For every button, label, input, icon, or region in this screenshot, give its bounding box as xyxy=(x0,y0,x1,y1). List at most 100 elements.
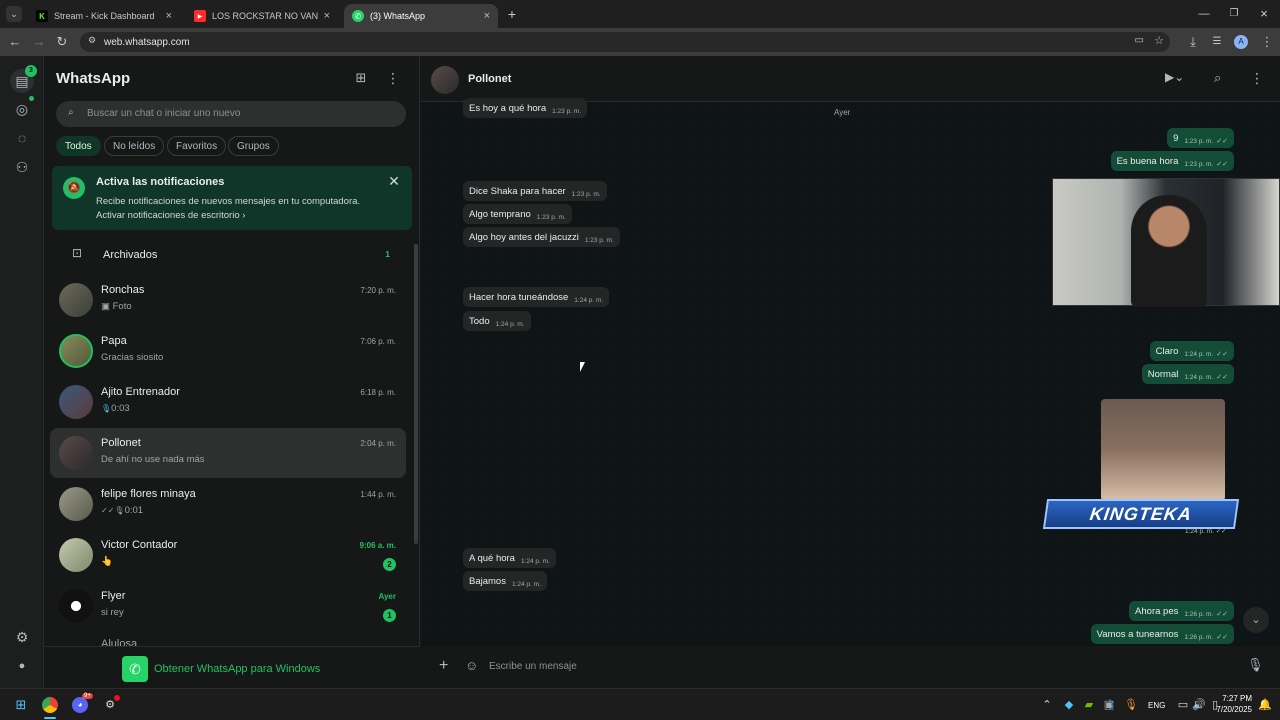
chat-item-papa[interactable]: Papa Gracias siosito 7:06 p. m. xyxy=(50,326,406,376)
message-out[interactable]: 9 1:23 p. m. ✓✓ xyxy=(1167,128,1234,148)
message-in[interactable]: Todo 1:24 p. m. xyxy=(463,311,531,331)
filter-todos[interactable]: Todos xyxy=(56,136,101,156)
new-chat-icon[interactable]: ⊞ xyxy=(352,69,370,87)
site-info-icon[interactable]: ⚙ xyxy=(88,35,96,46)
get-app-footer[interactable]: ✆ Obtener WhatsApp para Windows xyxy=(44,646,420,688)
url-field[interactable]: ⚙ web.whatsapp.com ▭ ☆ xyxy=(80,32,1170,52)
chat-preview: De ahí no use nada más xyxy=(101,454,205,465)
reading-list-icon[interactable]: ☰ xyxy=(1208,33,1226,51)
reload-icon[interactable]: ↻ xyxy=(53,33,71,51)
microphone-icon[interactable]: 🎙 xyxy=(1247,657,1264,673)
message-out[interactable]: Claro 1:24 p. m. ✓✓ xyxy=(1149,341,1234,361)
tab-title: Stream - Kick Dashboard xyxy=(54,11,155,21)
chat-item-ajito-entrenador[interactable]: Ajito Entrenador 🎙0:03 6:18 p. m. xyxy=(50,377,406,427)
notification-banner: 🔕 Activa las notificaciones Recibe notif… xyxy=(52,166,412,230)
tab-close-icon[interactable]: × xyxy=(484,10,490,22)
double-check-icon: ✓✓ xyxy=(1216,161,1228,168)
profile-icon[interactable]: ● xyxy=(12,656,32,676)
message-in[interactable]: Dice Shaka para hacer 1:23 p. m. xyxy=(463,181,607,201)
archived-row[interactable]: ⊡ Archivados 1 xyxy=(50,241,406,267)
chat-item-flyer[interactable]: Flyer si rey Ayer 1 xyxy=(50,581,406,631)
window-restore-icon[interactable]: ❐ xyxy=(1226,6,1242,22)
chat-item-alulosa[interactable]: Alulosa xyxy=(50,632,406,646)
tab-close-icon[interactable]: × xyxy=(166,10,172,22)
sidebar-scrollbar[interactable] xyxy=(414,244,418,544)
bookmark-star-icon[interactable]: ☆ xyxy=(1154,34,1164,47)
message-input[interactable]: Escribe un mensaje xyxy=(489,661,577,672)
back-arrow-icon[interactable]: ← xyxy=(6,33,24,51)
tray-bluetooth-icon[interactable]: ᛒ xyxy=(1102,696,1120,714)
profile-avatar[interactable]: A xyxy=(1234,35,1248,49)
contact-name[interactable]: Pollonet xyxy=(468,73,511,85)
video-call-icon[interactable]: ▶︎⌄ xyxy=(1165,70,1184,84)
avatar xyxy=(59,436,93,470)
tab-close-icon[interactable]: × xyxy=(324,10,330,22)
browser-menu-icon[interactable]: ⋮ xyxy=(1258,33,1276,51)
settings-gear-icon[interactable]: ⚙ xyxy=(12,627,32,647)
avatar xyxy=(59,589,93,623)
message-out[interactable]: Vamos a tunearnos 1:26 p. m. ✓✓ xyxy=(1090,624,1234,644)
search-icon: ⌕ xyxy=(68,107,74,118)
download-icon[interactable]: ⤓ xyxy=(1184,33,1202,51)
chat-time: 1:44 p. m. xyxy=(360,490,396,499)
browser-address-bar: ← → ↻ ⚙ web.whatsapp.com ▭ ☆ ⤓ ☰ A ⋮ xyxy=(0,28,1280,56)
channels-icon[interactable]: ◌ xyxy=(12,128,32,148)
cast-icon[interactable]: ▭ xyxy=(1135,35,1144,46)
message-in[interactable]: Hacer hora tuneándose 1:24 p. m. xyxy=(463,287,610,307)
discord-icon[interactable]: ◕ xyxy=(72,697,88,713)
tab-whatsapp[interactable]: ✆ (3) WhatsApp × xyxy=(344,4,498,28)
search-input[interactable]: ⌕ Buscar un chat o iniciar uno nuevo xyxy=(56,101,406,127)
chat-item-ronchas[interactable]: Ronchas ▣ Foto 7:20 p. m. xyxy=(50,275,406,325)
message-in[interactable]: A qué hora 1:24 p. m. xyxy=(463,548,556,568)
browser-tab-bar: ⌄ K Stream - Kick Dashboard × ▶ LOS ROCK… xyxy=(0,0,1280,28)
window-minimize-icon[interactable]: — xyxy=(1196,6,1212,22)
notification-close-icon[interactable]: ✕ xyxy=(386,173,402,189)
notification-enable-link[interactable]: Activar notificaciones de escritorio › xyxy=(96,210,245,221)
message-in[interactable]: Algo hoy antes del jacuzzi 1:23 p. m. xyxy=(463,227,620,247)
tray-app-icon[interactable]: ◆ xyxy=(1060,696,1078,714)
tab-search-icon[interactable]: ⌄ xyxy=(6,6,22,22)
filter-no-leidos[interactable]: No leídos xyxy=(104,136,165,156)
chat-item-felipe-flores-minaya[interactable]: felipe flores minaya ✓✓🎙0:01 1:44 p. m. xyxy=(50,479,406,529)
tray-microphone-icon[interactable]: 🎙 xyxy=(1122,696,1140,714)
search-messages-icon[interactable]: ⌕ xyxy=(1214,70,1221,86)
chat-name: Ajito Entrenador xyxy=(101,386,180,398)
chat-item-victor-contador[interactable]: Victor Contador 👆 9:06 a. m. 2 xyxy=(50,530,406,580)
windows-start-icon[interactable]: ⊞ xyxy=(12,696,30,714)
forward-arrow-icon[interactable]: → xyxy=(30,33,48,51)
new-tab-plus-icon[interactable]: + xyxy=(504,6,520,22)
chat-name: Papa xyxy=(101,335,127,347)
chat-menu-icon[interactable]: ⋮ xyxy=(1250,70,1264,87)
chat-time: 9:06 a. m. xyxy=(359,541,396,550)
message-out[interactable]: Es buena hora 1:23 p. m. ✓✓ xyxy=(1110,151,1234,171)
filter-favoritos[interactable]: Favoritos xyxy=(167,136,227,156)
tray-language[interactable]: ENG xyxy=(1148,701,1165,710)
double-check-microphone-icon: ✓✓🎙 xyxy=(101,506,125,515)
tab-kick-dashboard[interactable]: K Stream - Kick Dashboard × xyxy=(28,4,180,28)
app-title: WhatsApp xyxy=(56,70,131,87)
contact-avatar[interactable] xyxy=(431,66,459,94)
tray-nvidia-icon[interactable]: ▰ xyxy=(1080,696,1098,714)
avatar xyxy=(59,538,93,572)
get-app-link[interactable]: Obtener WhatsApp para Windows xyxy=(154,663,320,675)
attach-plus-icon[interactable]: + xyxy=(439,657,448,675)
message-out[interactable]: Ahora pes 1:26 p. m. ✓✓ xyxy=(1129,601,1234,621)
chrome-icon[interactable] xyxy=(42,697,58,713)
chat-item-pollonet[interactable]: Pollonet De ahí no use nada más 2:04 p. … xyxy=(50,428,406,478)
sidebar-menu-icon[interactable]: ⋮ xyxy=(384,69,402,87)
sticker-emoji-icon[interactable]: ☺ xyxy=(465,658,478,673)
message-in[interactable]: Bajamos 1:24 p. m. xyxy=(463,571,547,591)
communities-icon[interactable]: ⚇ xyxy=(12,157,32,177)
scroll-down-button[interactable]: ⌄ xyxy=(1243,607,1269,633)
filter-grupos[interactable]: Grupos xyxy=(228,136,279,156)
tray-chevron-up-icon[interactable]: ⌃ xyxy=(1038,696,1056,714)
status-icon[interactable]: ◎ xyxy=(12,99,32,119)
tray-clock[interactable]: 7:27 PM 7/20/2025 xyxy=(1212,693,1252,715)
message-in[interactable]: Algo temprano 1:23 p. m. xyxy=(463,204,572,224)
message-in[interactable]: Es hoy a qué hora 1:23 p. m. xyxy=(463,98,588,118)
window-close-icon[interactable]: × xyxy=(1256,6,1272,22)
notifications-bell-icon[interactable]: 🔔 xyxy=(1256,696,1274,714)
photo-icon: ▣ xyxy=(101,301,110,312)
tab-youtube[interactable]: ▶ LOS ROCKSTAR NO VAN AL CIE × xyxy=(186,4,338,28)
message-out[interactable]: Normal 1:24 p. m. ✓✓ xyxy=(1141,364,1234,384)
